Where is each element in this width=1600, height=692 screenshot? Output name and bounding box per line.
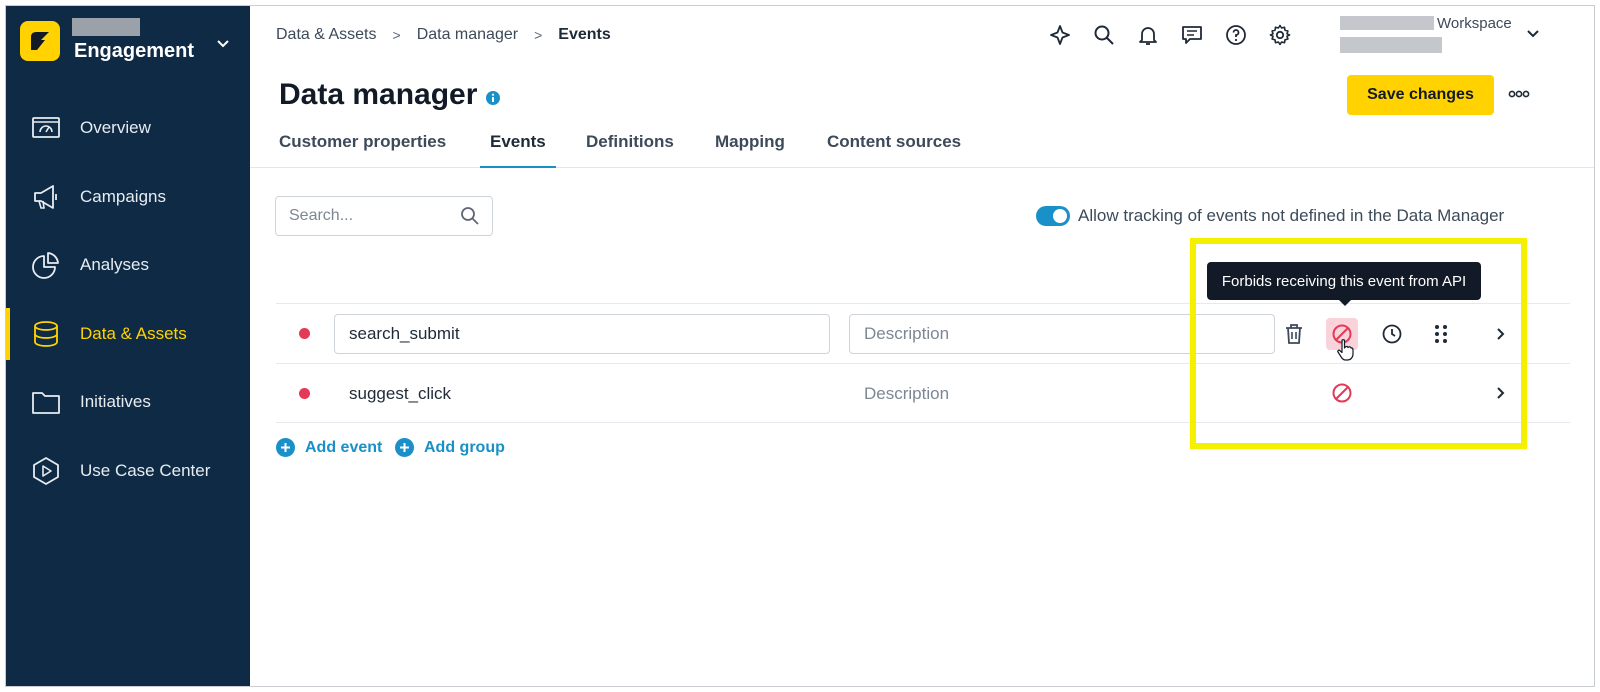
sidebar-item-overview[interactable]: Overview (6, 94, 250, 163)
more-options-icon[interactable] (1506, 84, 1532, 104)
sidebar-item-analyses[interactable]: Analyses (6, 231, 250, 300)
search-icon[interactable] (1082, 24, 1126, 48)
add-group-label: Add group (424, 438, 505, 456)
breadcrumb-item[interactable]: Data manager (417, 26, 518, 44)
tab-content-sources[interactable]: Content sources (817, 132, 971, 168)
sidebar-nav: Overview Campaigns Analyses Data & Asset… (6, 94, 250, 505)
plus-circle-icon (395, 438, 414, 457)
megaphone-icon (30, 181, 62, 213)
tab-customer-properties[interactable]: Customer properties (269, 132, 456, 168)
breadcrumb: Data & Assets > Data manager > Events (276, 26, 611, 44)
event-name[interactable]: suggest_click (349, 384, 451, 404)
tab-bar: Customer properties Events Definitions M… (250, 124, 1594, 168)
sidebar-item-label: Campaigns (80, 186, 166, 206)
breadcrumb-current: Events (558, 26, 611, 43)
search-box (275, 196, 493, 236)
sidebar-item-label: Data & Assets (80, 323, 187, 343)
sidebar-item-initiatives[interactable]: Initiatives (6, 368, 250, 437)
sidebar-item-use-case-center[interactable]: Use Case Center (6, 437, 250, 506)
search-input[interactable] (276, 197, 456, 235)
tab-definitions[interactable]: Definitions (576, 132, 684, 168)
redacted-workspace-org (1340, 16, 1434, 30)
add-event-button[interactable]: Add event (276, 438, 382, 457)
header-icons (1038, 24, 1302, 48)
plus-circle-icon (276, 438, 295, 457)
save-changes-button[interactable]: Save changes (1347, 75, 1494, 115)
sidebar-item-data-assets[interactable]: Data & Assets (6, 300, 250, 369)
sidebar-item-label: Analyses (80, 255, 149, 275)
chevron-down-icon[interactable] (1526, 26, 1540, 45)
play-hexagon-icon (30, 455, 62, 487)
add-event-label: Add event (305, 438, 383, 456)
chat-icon[interactable] (1170, 24, 1214, 48)
sidebar-item-label: Initiatives (80, 392, 151, 412)
chevron-down-icon (216, 36, 230, 55)
hand-cursor-icon (1336, 339, 1354, 366)
tooltip: Forbids receiving this event from API (1207, 262, 1481, 306)
add-group-button[interactable]: Add group (395, 438, 505, 457)
sidebar-item-label: Use Case Center (80, 460, 211, 480)
chevron-right-icon: > (534, 27, 543, 43)
sidebar: Engagement Overview Campaigns Analyses D… (6, 6, 250, 686)
database-icon (30, 318, 62, 350)
brand-switcher[interactable]: Engagement (20, 18, 240, 72)
logo-icon (20, 21, 60, 61)
sidebar-item-label: Overview (80, 118, 151, 138)
gear-icon[interactable] (1258, 24, 1302, 48)
sparkle-icon[interactable] (1038, 24, 1082, 48)
search-icon[interactable] (460, 206, 480, 231)
help-icon[interactable] (1214, 24, 1258, 48)
allow-tracking-toggle[interactable] (1036, 206, 1070, 226)
info-icon[interactable] (485, 90, 501, 111)
bell-icon[interactable] (1126, 24, 1170, 48)
status-dot (299, 388, 310, 399)
status-dot (299, 328, 310, 339)
pie-chart-icon (30, 249, 62, 281)
workspace-label[interactable]: Workspace (1437, 15, 1512, 32)
top-bar: Data & Assets > Data manager > Events Wo… (250, 6, 1594, 64)
page-title: Data manager (279, 78, 478, 111)
allow-tracking-label: Allow tracking of events not defined in … (1078, 206, 1505, 225)
tab-mapping[interactable]: Mapping (705, 132, 795, 168)
chevron-right-icon: > (392, 27, 401, 43)
tab-events[interactable]: Events (480, 132, 556, 168)
redacted-workspace-name (1340, 37, 1442, 53)
overview-icon (30, 112, 62, 144)
brand-name: Engagement (74, 40, 195, 62)
event-name-field[interactable] (334, 314, 830, 354)
redacted-org-name (72, 18, 140, 36)
folder-icon (30, 386, 62, 418)
app-window: Engagement Overview Campaigns Analyses D… (5, 5, 1595, 687)
breadcrumb-item[interactable]: Data & Assets (276, 26, 377, 44)
event-description[interactable]: Description (864, 384, 949, 404)
sidebar-item-campaigns[interactable]: Campaigns (6, 163, 250, 232)
